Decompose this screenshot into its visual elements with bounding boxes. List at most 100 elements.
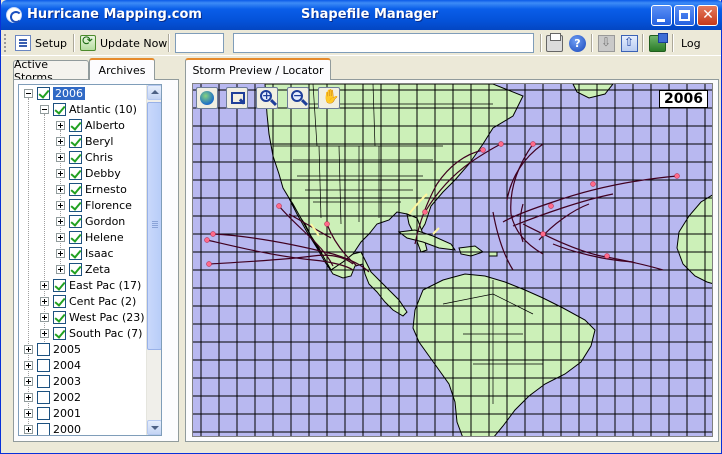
tree-item-storm[interactable]: Florence [56, 197, 132, 213]
expand-icon[interactable] [56, 232, 65, 242]
year-checkbox[interactable] [37, 374, 50, 388]
tree-item-storm[interactable]: Ernesto [56, 181, 127, 197]
archives-panel: 2006 Atlantic (10) Alberto Beryl Chris D… [13, 79, 179, 442]
storm-checkbox[interactable] [69, 246, 82, 260]
tree-item-year[interactable]: 2001 [24, 405, 81, 421]
tree-item-storm[interactable]: Zeta [56, 261, 110, 277]
expand-icon[interactable] [56, 200, 65, 210]
setup-label: Setup [35, 36, 68, 50]
tab-label: Archives [98, 63, 146, 77]
year-checkbox[interactable] [37, 358, 50, 372]
expand-icon[interactable] [24, 408, 33, 418]
zoom-rect-icon[interactable] [226, 87, 248, 109]
expand-icon[interactable] [56, 216, 65, 226]
tree-item-basin[interactable]: Cent Pac (2) [40, 293, 136, 309]
collapse-icon[interactable] [24, 88, 33, 98]
tree-item-year[interactable]: 2000 [24, 421, 81, 435]
scroll-up-icon[interactable] [147, 85, 161, 100]
expand-icon[interactable] [24, 344, 33, 354]
help-icon[interactable]: ? [569, 35, 586, 52]
tree-item-basin[interactable]: South Pac (7) [40, 325, 142, 341]
year-checkbox[interactable] [37, 86, 50, 100]
setup-button[interactable]: Setup [12, 33, 70, 53]
tree-scrollbar[interactable] [146, 85, 161, 435]
expand-icon[interactable] [24, 424, 33, 434]
tree-item-2006[interactable]: 2006 [24, 85, 85, 101]
storm-checkbox[interactable] [69, 166, 82, 180]
storm-checkbox[interactable] [69, 134, 82, 148]
expand-icon[interactable] [40, 328, 49, 338]
expand-icon[interactable] [24, 376, 33, 386]
expand-icon[interactable] [24, 360, 33, 370]
globe-icon[interactable] [196, 87, 218, 109]
basin-checkbox[interactable] [53, 310, 66, 324]
expand-icon[interactable] [24, 392, 33, 402]
tree-item-atlantic[interactable]: Atlantic (10) [40, 101, 137, 117]
storm-checkbox[interactable] [69, 198, 82, 212]
tree-item-year[interactable]: 2002 [24, 389, 81, 405]
tab-active-storms[interactable]: Active Storms [13, 58, 89, 84]
basin-checkbox[interactable] [53, 102, 66, 116]
maximize-button[interactable] [674, 5, 695, 26]
expand-icon[interactable] [40, 312, 49, 322]
expand-icon[interactable] [56, 248, 65, 258]
storm-tree: 2006 Atlantic (10) Alberto Beryl Chris D… [18, 84, 162, 436]
tree-item-year[interactable]: 2003 [24, 373, 81, 389]
tree-item-storm[interactable]: Debby [56, 165, 121, 181]
tree-item-basin[interactable]: East Pac (17) [40, 277, 141, 293]
storm-checkbox[interactable] [69, 262, 82, 276]
tree-item-storm[interactable]: Isaac [56, 245, 114, 261]
basin-checkbox[interactable] [53, 294, 66, 308]
print-icon[interactable] [546, 33, 563, 52]
network-log-icon[interactable] [649, 33, 668, 52]
basin-checkbox[interactable] [53, 278, 66, 292]
storm-checkbox[interactable] [69, 182, 82, 196]
storm-map[interactable]: + − 2006 [192, 83, 713, 437]
zoom-out-icon[interactable]: − [287, 87, 309, 109]
tree-item-storm[interactable]: Alberto [56, 117, 125, 133]
title-bar[interactable]: Hurricane Mapping.com Shapefile Manager … [1, 0, 722, 30]
expand-icon[interactable] [56, 184, 65, 194]
expand-icon[interactable] [56, 120, 65, 130]
toolbar-grip[interactable] [4, 34, 7, 52]
toolbar-short-field[interactable] [175, 33, 224, 53]
close-button[interactable]: ✕ [697, 5, 718, 26]
tab-storm-preview[interactable]: Storm Preview / Locator [185, 58, 331, 80]
log-button[interactable]: Log [678, 33, 704, 53]
pan-hand-icon[interactable] [318, 87, 340, 109]
expand-icon[interactable] [40, 280, 49, 290]
year-checkbox[interactable] [37, 406, 50, 420]
tree-item-year[interactable]: 2005 [24, 341, 81, 357]
year-checkbox[interactable] [37, 342, 50, 356]
tree-item-storm[interactable]: Chris [56, 149, 113, 165]
zoom-in-icon[interactable]: + [256, 87, 278, 109]
year-checkbox[interactable] [37, 390, 50, 404]
storm-checkbox[interactable] [69, 230, 82, 244]
tree-item-storm[interactable]: Beryl [56, 133, 113, 149]
tree-item-storm[interactable]: Helene [56, 229, 124, 245]
update-now-button[interactable]: Update Now [77, 33, 170, 53]
year-checkbox[interactable] [37, 422, 50, 435]
minimize-button[interactable] [651, 5, 672, 26]
expand-icon[interactable] [56, 168, 65, 178]
basin-checkbox[interactable] [53, 326, 66, 340]
upload-arrow-icon[interactable] [621, 35, 638, 52]
refresh-icon [80, 34, 96, 51]
hurricane-app-icon[interactable] [6, 7, 22, 23]
collapse-icon[interactable] [40, 104, 49, 114]
storm-checkbox[interactable] [69, 150, 82, 164]
expand-icon[interactable] [40, 296, 49, 306]
tree-item-basin[interactable]: West Pac (23) [40, 309, 145, 325]
download-arrow-icon[interactable] [598, 35, 615, 52]
tree-item-storm[interactable]: Gordon [56, 213, 125, 229]
expand-icon[interactable] [56, 136, 65, 146]
toolbar-long-field[interactable] [233, 33, 534, 53]
storm-checkbox[interactable] [69, 214, 82, 228]
tab-archives[interactable]: Archives [89, 58, 155, 80]
expand-icon[interactable] [56, 152, 65, 162]
expand-icon[interactable] [56, 264, 65, 274]
scroll-down-icon[interactable] [147, 420, 161, 435]
tree-item-year[interactable]: 2004 [24, 357, 81, 373]
scroll-thumb[interactable] [147, 102, 161, 350]
storm-checkbox[interactable] [69, 118, 82, 132]
